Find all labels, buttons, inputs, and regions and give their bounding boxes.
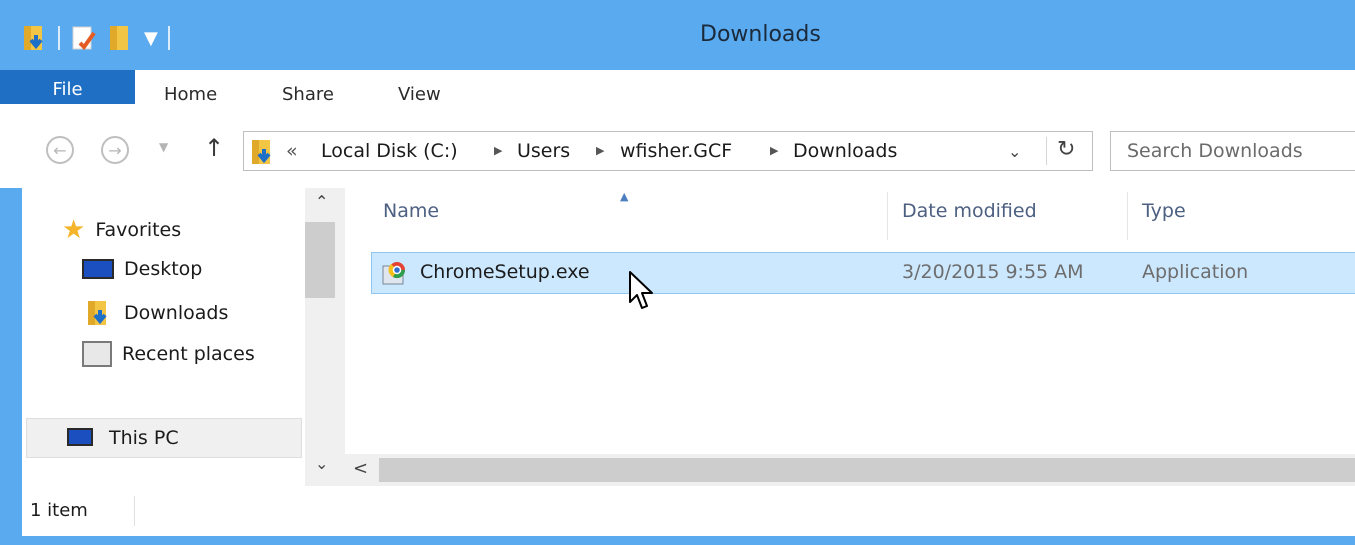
toolbar-separator: [58, 26, 60, 50]
chevron-right-icon[interactable]: ▶: [596, 144, 604, 157]
forward-button[interactable]: →: [101, 136, 129, 164]
explorer-window: ▼ Downloads File Home Share View ← → ▼ ↑…: [0, 0, 1355, 545]
status-divider: [134, 496, 135, 526]
scroll-down-icon[interactable]: ⌄: [315, 454, 328, 473]
recent-places-icon: [82, 341, 112, 367]
column-header-date[interactable]: Date modified: [902, 200, 1037, 222]
nav-item-label: Downloads: [124, 302, 229, 324]
desktop-icon: [82, 259, 114, 279]
column-header-type[interactable]: Type: [1142, 200, 1186, 222]
horizontal-scroll-thumb[interactable]: [379, 458, 1355, 482]
title-bar: ▼ Downloads: [0, 0, 1355, 72]
file-list: [345, 188, 1355, 486]
tab-home[interactable]: Home: [164, 70, 217, 114]
column-divider[interactable]: [887, 192, 888, 240]
nav-item-downloads[interactable]: Downloads: [82, 299, 228, 327]
sort-ascending-icon: ▲: [620, 190, 629, 203]
nav-scrollbar[interactable]: ⌃ ⌄: [305, 188, 345, 486]
window-bottom-border: [0, 536, 1355, 545]
mouse-cursor-icon: [629, 271, 653, 309]
refresh-icon[interactable]: ↻: [1046, 137, 1075, 165]
nav-this-pc[interactable]: This PC: [26, 418, 302, 458]
search-field[interactable]: Search Downloads: [1110, 131, 1355, 171]
tab-file[interactable]: File: [0, 70, 135, 104]
nav-item-desktop[interactable]: Desktop: [82, 258, 202, 280]
status-bar: 1 item: [22, 486, 1355, 536]
nav-favorites-label: Favorites: [95, 219, 182, 241]
chevron-right-icon[interactable]: ▶: [770, 144, 778, 157]
column-header-name[interactable]: Name: [383, 200, 439, 222]
installer-icon: [382, 262, 406, 285]
search-placeholder: Search Downloads: [1127, 140, 1303, 162]
breadcrumb-downloads[interactable]: Downloads: [793, 140, 897, 162]
computer-icon: [67, 428, 93, 446]
recent-locations-icon[interactable]: ▼: [159, 140, 168, 154]
properties-icon[interactable]: [70, 23, 98, 53]
file-type: Application: [1142, 261, 1249, 283]
tab-share[interactable]: Share: [282, 70, 334, 114]
window-title: Downloads: [700, 22, 821, 47]
customize-toolbar-icon[interactable]: ▼: [144, 28, 158, 49]
horizontal-scrollbar[interactable]: <: [345, 454, 1355, 486]
breadcrumb-users[interactable]: Users: [517, 140, 570, 162]
up-arrow-icon[interactable]: ↑: [204, 134, 224, 162]
chevron-right-icon[interactable]: ▶: [494, 144, 502, 157]
file-date: 3/20/2015 9:55 AM: [902, 261, 1084, 283]
new-folder-icon[interactable]: [108, 23, 134, 53]
tab-view[interactable]: View: [398, 70, 441, 114]
quick-access-toolbar: ▼: [22, 20, 170, 56]
scroll-up-icon[interactable]: ⌃: [315, 192, 328, 211]
breadcrumb-user-folder[interactable]: wfisher.GCF: [620, 140, 732, 162]
address-bar[interactable]: « Local Disk (C:) ▶ Users ▶ wfisher.GCF …: [243, 131, 1093, 171]
column-divider[interactable]: [1127, 192, 1128, 240]
table-row[interactable]: ChromeSetup.exe 3/20/2015 9:55 AM Applic…: [371, 252, 1355, 294]
nav-item-recent-places[interactable]: Recent places: [82, 341, 255, 367]
chevron-down-icon[interactable]: ⌄: [1008, 142, 1021, 161]
breadcrumb-local-disk[interactable]: Local Disk (C:): [321, 140, 458, 162]
downloads-folder-icon: [252, 140, 271, 164]
downloads-folder-icon: [88, 301, 107, 325]
back-button[interactable]: ←: [46, 136, 74, 164]
breadcrumb-overflow[interactable]: «: [286, 140, 298, 162]
downloads-folder-icon[interactable]: [22, 23, 48, 53]
file-name[interactable]: ChromeSetup.exe: [420, 261, 590, 283]
item-count: 1 item: [30, 500, 88, 521]
scroll-left-icon[interactable]: <: [353, 458, 368, 479]
star-icon: ★: [62, 215, 86, 245]
nav-this-pc-label: This PC: [109, 427, 179, 449]
nav-item-label: Recent places: [122, 343, 255, 365]
nav-favorites[interactable]: ★ Favorites: [62, 215, 181, 245]
ribbon: File Home Share View: [0, 70, 1355, 115]
toolbar-separator: [167, 26, 170, 50]
nav-item-label: Desktop: [124, 258, 203, 280]
nav-scroll-thumb[interactable]: [305, 222, 335, 298]
